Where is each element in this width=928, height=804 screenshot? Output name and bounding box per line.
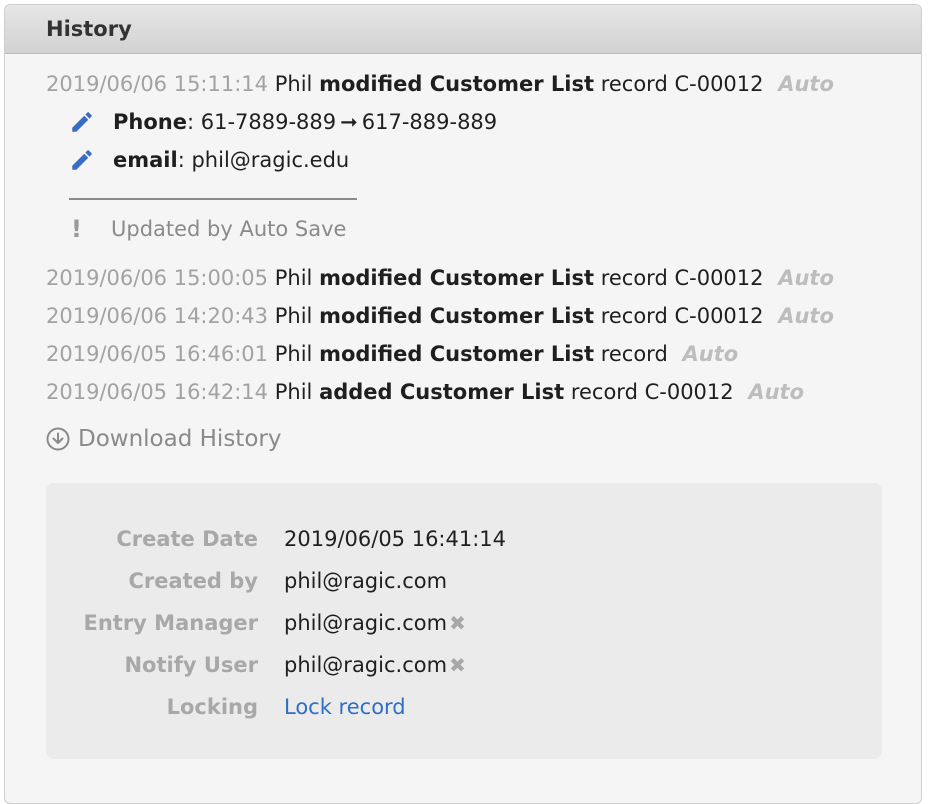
history-panel: History 2019/06/06 15:11:14 Phil modifie… <box>4 4 922 804</box>
info-value-wrap: phil@ragic.com ✖ <box>284 649 466 681</box>
auto-tag: Auto <box>682 342 739 366</box>
change-item-phone: Phone: 61-7889-889 ➞ 617-889-889 <box>69 108 497 136</box>
auto-tag: Auto <box>778 304 834 328</box>
history-record-id: C-00012 <box>674 266 764 290</box>
history-record-id: C-00012 <box>644 380 734 404</box>
history-entry: 2019/06/05 16:46:01 Phil modified Custom… <box>46 340 738 368</box>
change-value: phil@ragic.edu <box>191 148 350 172</box>
change-field: Phone <box>113 110 187 134</box>
history-record-word: record <box>570 380 638 404</box>
history-action: modified Customer List <box>319 266 594 290</box>
info-label: Notify User <box>124 653 258 677</box>
lock-record-link[interactable]: Lock record <box>284 691 406 723</box>
info-row-created-by: Created by phil@ragic.com <box>46 565 882 597</box>
history-entry: 2019/06/06 15:00:05 Phil modified Custom… <box>46 264 834 292</box>
history-record-word: record <box>600 72 668 96</box>
info-value: 2019/06/05 16:41:14 <box>284 527 507 551</box>
history-action: modified Customer List <box>319 304 594 328</box>
history-action: modified Customer List <box>319 342 594 366</box>
info-label: Locking <box>166 695 258 719</box>
panel-title: History <box>46 17 132 41</box>
colon: : <box>186 110 201 134</box>
change-item-email: email: phil@ragic.edu <box>69 146 349 174</box>
info-label: Created by <box>128 569 258 593</box>
pencil-icon <box>72 150 92 170</box>
auto-save-note: ! Updated by Auto Save <box>69 215 346 243</box>
info-row-locking: Locking Lock record <box>46 691 882 723</box>
history-user: Phil <box>274 380 313 404</box>
history-action: modified Customer List <box>319 72 594 96</box>
history-timestamp: 2019/06/05 16:42:14 <box>46 380 269 404</box>
download-history-label: Download History <box>78 426 282 452</box>
history-user: Phil <box>274 342 313 366</box>
history-record-id: C-00012 <box>674 72 764 96</box>
remove-icon[interactable]: ✖ <box>449 607 466 639</box>
change-old-value: 61-7889-889 <box>200 110 337 134</box>
history-action: added Customer List <box>319 380 565 404</box>
panel-header: History <box>5 5 921 54</box>
history-user: Phil <box>274 266 313 290</box>
info-value-wrap: phil@ragic.com ✖ <box>284 607 466 639</box>
history-user: Phil <box>274 304 313 328</box>
history-timestamp: 2019/06/06 15:11:14 <box>46 72 269 96</box>
change-field: email <box>113 148 178 172</box>
info-row-notify-user: Notify User phil@ragic.com ✖ <box>46 649 882 681</box>
history-record-id: C-00012 <box>674 304 764 328</box>
history-entry: 2019/06/06 15:11:14 Phil modified Custom… <box>46 70 834 98</box>
auto-save-text: Updated by Auto Save <box>111 217 347 241</box>
info-label: Create Date <box>116 527 258 551</box>
exclamation-icon: ! <box>71 215 82 243</box>
download-history-button[interactable]: Download History <box>46 423 281 455</box>
entry-manager-email: phil@ragic.com <box>284 611 448 635</box>
info-row-entry-manager: Entry Manager phil@ragic.com ✖ <box>46 607 882 639</box>
info-row-create-date: Create Date 2019/06/05 16:41:14 <box>46 523 882 555</box>
record-info-box: Create Date 2019/06/05 16:41:14 Created … <box>46 483 882 759</box>
info-label: Entry Manager <box>83 611 258 635</box>
download-circle-icon <box>46 427 70 451</box>
auto-tag: Auto <box>748 380 804 404</box>
history-entry: 2019/06/06 14:20:43 Phil modified Custom… <box>46 302 834 330</box>
auto-tag: Auto <box>778 266 834 290</box>
auto-tag: Auto <box>778 72 834 96</box>
history-record-word: record <box>600 266 668 290</box>
colon: : <box>177 148 192 172</box>
history-user: Phil <box>274 72 313 96</box>
info-value: phil@ragic.com <box>284 569 448 593</box>
divider <box>69 198 357 200</box>
history-entry: 2019/06/05 16:42:14 Phil added Customer … <box>46 378 804 406</box>
history-timestamp: 2019/06/06 14:20:43 <box>46 304 269 328</box>
arrow-right-icon: ➞ <box>340 110 358 134</box>
pencil-icon <box>72 112 92 132</box>
history-timestamp: 2019/06/06 15:00:05 <box>46 266 269 290</box>
change-new-value: 617-889-889 <box>361 110 498 134</box>
remove-icon[interactable]: ✖ <box>449 649 466 681</box>
history-timestamp: 2019/06/05 16:46:01 <box>46 342 269 366</box>
notify-user-email: phil@ragic.com <box>284 653 448 677</box>
history-record-word: record <box>600 304 668 328</box>
history-record-word: record <box>600 342 668 366</box>
